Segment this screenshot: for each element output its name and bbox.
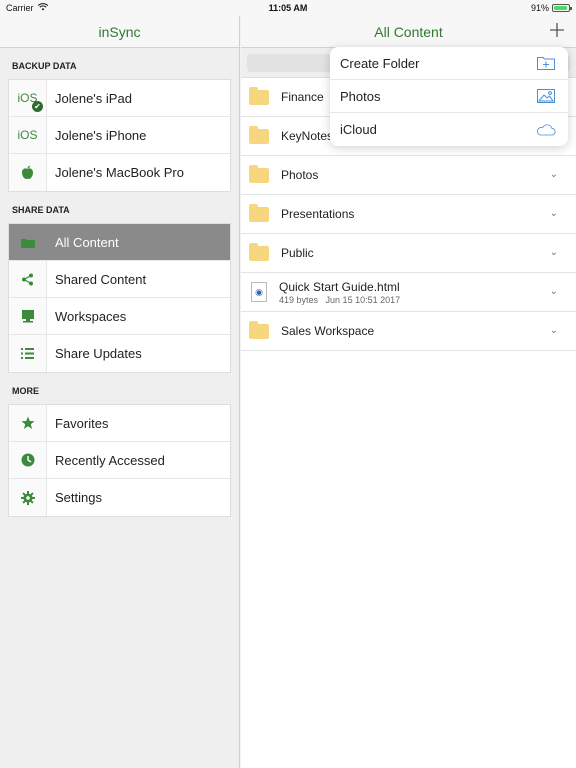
file-name: Photos — [281, 168, 319, 182]
file-name: Quick Start Guide.html — [279, 279, 400, 294]
chevron-down-icon[interactable]: ⌄ — [550, 325, 558, 336]
sidebar-item-label: Jolene's MacBook Pro — [55, 165, 184, 180]
chevron-down-icon[interactable]: ⌄ — [550, 286, 558, 297]
star-icon — [9, 405, 47, 441]
file-name: Public — [281, 246, 314, 260]
file-name: KeyNotes — [281, 129, 334, 143]
menu-item-label: Create Folder — [340, 55, 420, 71]
plus-icon — [550, 23, 564, 37]
folder-plus-icon — [536, 55, 556, 71]
sidebar-item-ipad[interactable]: iOS ✔ Jolene's iPad — [9, 80, 230, 117]
file-meta: Quick Start Guide.html 419 bytes Jun 15 … — [279, 280, 400, 305]
cloud-icon — [536, 122, 556, 138]
file-name: Presentations — [281, 207, 355, 221]
sidebar-item-recently-accessed[interactable]: Recently Accessed — [9, 442, 230, 479]
sidebar-item-settings[interactable]: Settings — [9, 479, 230, 516]
file-row-photos[interactable]: Photos ⌄ — [241, 156, 576, 195]
file-row-quick-start-guide[interactable]: ◉ Quick Start Guide.html 419 bytes Jun 1… — [241, 273, 576, 312]
gear-icon — [9, 479, 47, 516]
share-icon — [9, 261, 47, 297]
folder-icon — [249, 242, 269, 261]
folder-icon — [249, 125, 269, 144]
sidebar-item-all-content[interactable]: All Content — [9, 224, 230, 261]
file-name: Sales Workspace — [281, 324, 375, 338]
list-icon — [9, 335, 47, 372]
folder-icon — [249, 320, 269, 339]
sidebar-item-label: Settings — [55, 490, 102, 505]
html-file-icon: ◉ — [251, 282, 267, 302]
sidebar-item-label: Shared Content — [55, 271, 147, 287]
battery-icon — [552, 4, 572, 12]
sidebar-item-macbook[interactable]: Jolene's MacBook Pro — [9, 154, 230, 191]
sidebar-item-share-updates[interactable]: Share Updates — [9, 335, 230, 372]
folder-icon — [249, 86, 269, 105]
sidebar-item-label: Recently Accessed — [55, 452, 165, 468]
sidebar-item-label: Jolene's iPhone — [55, 127, 147, 143]
clock-icon — [9, 442, 47, 478]
sidebar-title: inSync — [0, 16, 239, 48]
sidebar-item-label: All Content — [55, 234, 119, 250]
sidebar-item-label: Favorites — [55, 415, 109, 431]
folder-icon — [249, 164, 269, 183]
sidebar-item-label: Jolene's iPad — [55, 90, 132, 106]
menu-item-label: Photos — [340, 88, 381, 104]
sidebar-item-workspaces[interactable]: Workspaces — [9, 298, 230, 335]
share-group: All Content Shared Content Workspaces Sh… — [8, 223, 231, 373]
add-button[interactable] — [550, 20, 564, 43]
menu-item-label: iCloud — [340, 122, 377, 137]
workspace-icon — [9, 298, 47, 334]
sidebar-item-iphone[interactable]: iOS Jolene's iPhone — [9, 117, 230, 154]
battery-label: 91% — [530, 3, 549, 13]
ios-icon: iOS ✔ — [9, 80, 47, 116]
add-menu-popover: Create Folder Photos iCloud — [330, 47, 568, 146]
file-row-sales-workspace[interactable]: Sales Workspace ⌄ — [241, 312, 576, 351]
file-row-public[interactable]: Public ⌄ — [241, 234, 576, 273]
backup-group: iOS ✔ Jolene's iPad iOS Jolene's iPhone J… — [8, 79, 231, 192]
file-name: Finance — [281, 90, 324, 104]
menu-item-create-folder[interactable]: Create Folder — [330, 47, 568, 80]
ios-icon: iOS — [9, 117, 47, 153]
chevron-down-icon[interactable]: ⌄ — [550, 247, 558, 258]
folder-icon — [9, 224, 47, 260]
sidebar-item-label: Share Updates — [55, 346, 142, 361]
section-header-backup: BACKUP DATA — [12, 61, 77, 71]
chevron-down-icon[interactable]: ⌄ — [550, 208, 558, 219]
more-group: Favorites Recently Accessed Settings — [8, 404, 231, 517]
sidebar-item-label: Workspaces — [55, 308, 127, 324]
file-date: Jun 15 10:51 2017 — [325, 294, 401, 305]
sidebar-item-favorites[interactable]: Favorites — [9, 405, 230, 442]
sidebar-item-shared-content[interactable]: Shared Content — [9, 261, 230, 298]
carrier-label: Carrier — [6, 3, 34, 13]
chevron-down-icon[interactable]: ⌄ — [550, 169, 558, 180]
status-bar: Carrier 11:05 AM 91% — [0, 0, 576, 16]
check-icon: ✔ — [32, 101, 43, 112]
main-header: All Content — [241, 16, 576, 48]
status-time: 11:05 AM — [268, 3, 308, 13]
menu-item-photos[interactable]: Photos — [330, 80, 568, 113]
folder-icon — [249, 203, 269, 222]
section-header-more: MORE — [12, 386, 39, 396]
page-title: All Content — [374, 23, 443, 40]
sidebar: inSync BACKUP DATA iOS ✔ Jolene's iPad iO… — [0, 16, 240, 768]
apple-icon — [9, 154, 47, 191]
file-size: 419 bytes — [279, 294, 319, 305]
file-details: 419 bytes Jun 15 10:51 2017 — [279, 295, 400, 305]
wifi-icon — [37, 3, 48, 13]
menu-item-icloud[interactable]: iCloud — [330, 113, 568, 146]
section-header-share: SHARE DATA — [12, 205, 70, 215]
file-row-presentations[interactable]: Presentations ⌄ — [241, 195, 576, 234]
image-icon — [536, 88, 556, 104]
